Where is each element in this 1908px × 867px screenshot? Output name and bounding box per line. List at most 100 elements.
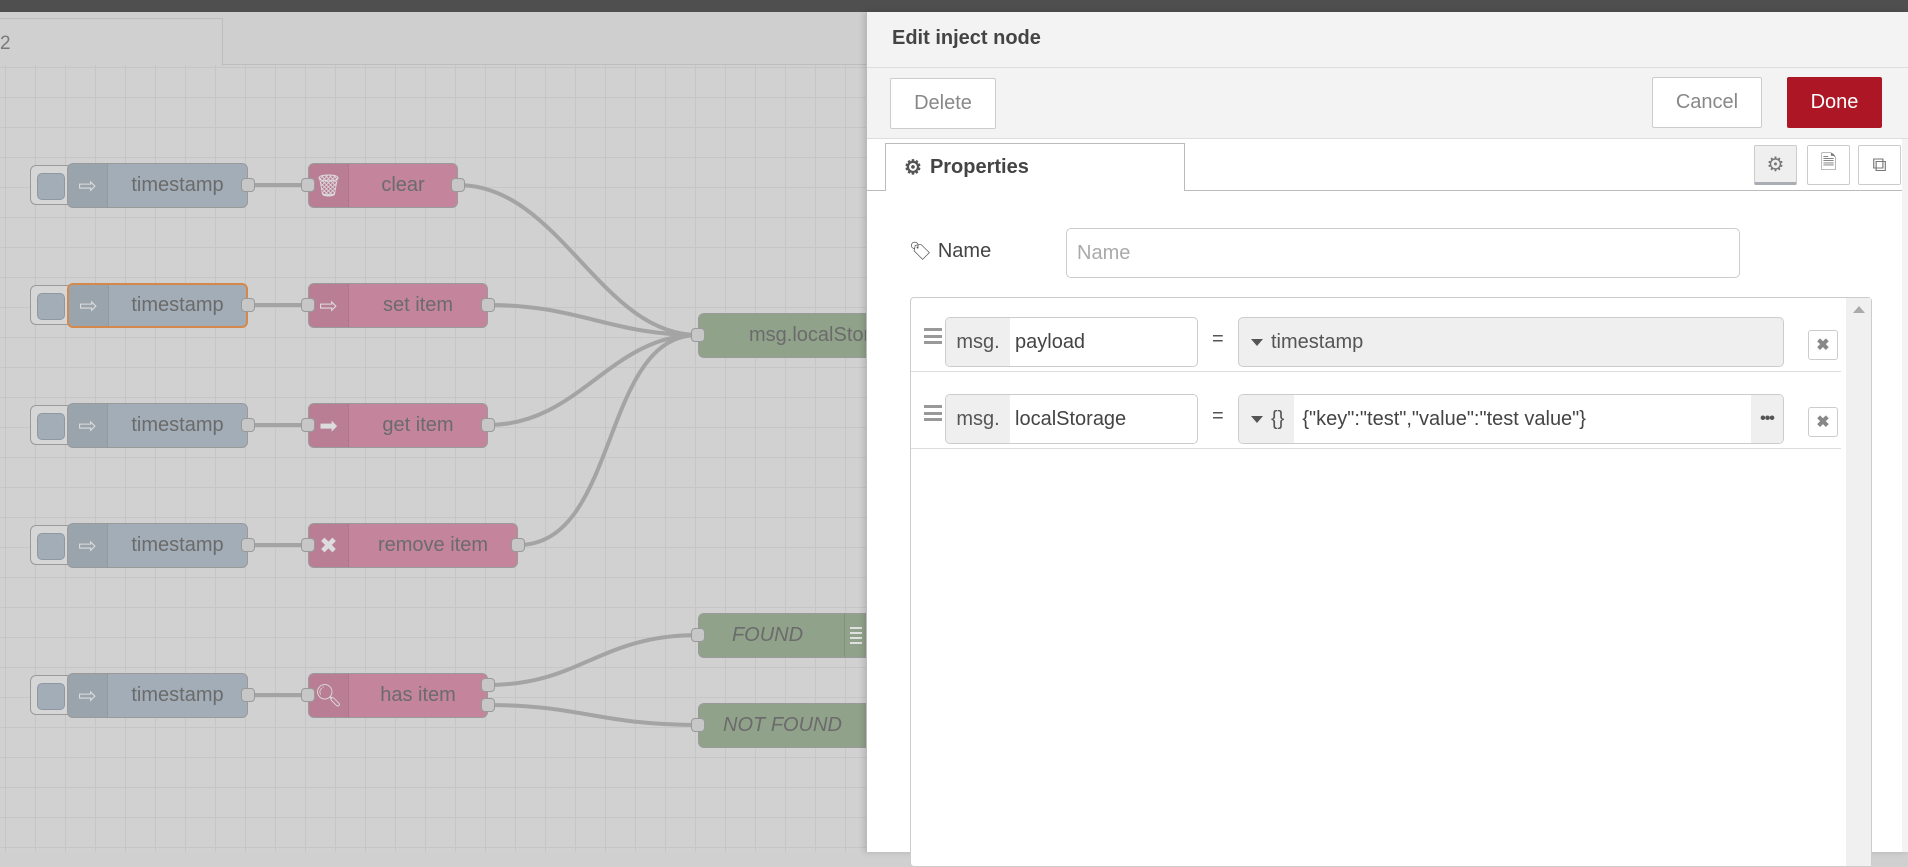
inject-arrow-icon: ⇨ [68, 164, 108, 207]
tray-title: Edit inject node [892, 27, 1041, 49]
property-json-value[interactable]: {"key":"test","value":"test value"} [1294, 408, 1751, 431]
done-button[interactable]: Done [1787, 77, 1882, 128]
inject-node[interactable]: ⇨ timestamp [67, 163, 248, 208]
tag-icon: 🏷︎ [909, 241, 932, 261]
node-label: timestamp [131, 534, 224, 556]
output-port[interactable] [481, 698, 495, 712]
close-icon: ✖ [1816, 337, 1830, 354]
drag-handle-icon[interactable] [924, 405, 942, 421]
name-label-text: Name [937, 240, 992, 262]
trash-icon: 🗑 [309, 164, 349, 207]
output-port[interactable] [241, 538, 255, 552]
node-label: FOUND [731, 624, 804, 646]
input-port[interactable] [691, 328, 705, 342]
input-port[interactable] [691, 628, 705, 642]
scrollbar[interactable] [1846, 298, 1871, 866]
inject-arrow-icon: ⇨ [68, 674, 108, 717]
remove-property-button[interactable]: ✖ [1808, 330, 1838, 360]
inject-node[interactable]: ⇨ timestamp [67, 523, 248, 568]
close-icon: ✖ [309, 524, 349, 567]
node-label: has item [380, 684, 456, 706]
wire [487, 333, 699, 427]
node-label: clear [381, 174, 425, 196]
equals-sign: = [1212, 405, 1224, 427]
input-port[interactable] [691, 718, 705, 732]
property-list: msg. payload = timestamp ✖ msg. localSto… [910, 297, 1872, 867]
property-value-input[interactable]: timestamp [1238, 317, 1784, 367]
wire [457, 183, 699, 337]
node-appearance-button[interactable]: ⧉ [1858, 145, 1901, 185]
edit-tray: Edit inject node Delete Cancel Done ⚙ Pr… [866, 12, 1908, 867]
localstorage-set-item-node[interactable]: ⇨ set item [308, 283, 488, 328]
cancel-button[interactable]: Cancel [1652, 77, 1762, 128]
input-port[interactable] [301, 298, 315, 312]
output-port[interactable] [241, 688, 255, 702]
property-key-value[interactable]: localStorage [1010, 408, 1126, 431]
msg-prefix[interactable]: msg. [946, 395, 1010, 443]
output-port[interactable] [511, 538, 525, 552]
search-icon: 🔍︎ [309, 674, 349, 717]
output-port[interactable] [481, 298, 495, 312]
wire [517, 333, 699, 547]
property-key-input[interactable]: msg. localStorage [945, 394, 1198, 444]
divider [867, 67, 1908, 68]
name-input[interactable] [1066, 228, 1740, 278]
input-port[interactable] [301, 538, 315, 552]
input-port[interactable] [301, 178, 315, 192]
debug-toggle-icon[interactable] [844, 614, 866, 657]
equals-sign: = [1212, 328, 1224, 350]
output-port[interactable] [481, 418, 495, 432]
expand-editor-button[interactable]: ••• [1751, 395, 1783, 443]
localstorage-remove-item-node[interactable]: ✖ remove item [308, 523, 518, 568]
output-port[interactable] [481, 678, 495, 692]
localstorage-has-item-node[interactable]: 🔍︎ has item [308, 673, 488, 718]
localstorage-clear-node[interactable]: 🗑 clear [308, 163, 458, 208]
output-port[interactable] [451, 178, 465, 192]
property-row: msg. localStorage = {} {"key":"test","va… [911, 385, 1841, 449]
inject-arrow-icon: ⇨ [68, 404, 108, 447]
input-port[interactable] [301, 418, 315, 432]
arrow-right-icon: ⇨ [309, 284, 349, 327]
property-type-select[interactable]: {} [1239, 395, 1295, 443]
node-label: get item [382, 414, 454, 436]
inject-node[interactable]: ⇨ timestamp [67, 673, 248, 718]
property-key-value[interactable]: payload [1010, 331, 1085, 354]
node-description-button[interactable]: 🗎 [1807, 145, 1850, 185]
gear-icon: ⚙ [1766, 153, 1785, 176]
output-port[interactable] [241, 298, 255, 312]
tab-properties[interactable]: ⚙ Properties [885, 143, 1185, 191]
node-label: NOT FOUND [723, 714, 842, 736]
gear-icon: ⚙ [904, 157, 922, 179]
debug-node-found[interactable]: FOUND [698, 613, 866, 658]
node-properties-button[interactable]: ⚙ [1754, 145, 1797, 185]
input-port[interactable] [301, 688, 315, 702]
delete-button[interactable]: Delete [890, 78, 996, 129]
node-label: timestamp [131, 684, 224, 706]
node-label: timestamp [131, 414, 224, 436]
output-port[interactable] [241, 418, 255, 432]
scroll-up-arrow-icon[interactable] [1853, 306, 1865, 313]
arrow-right-solid-icon: ➡ [309, 404, 349, 447]
inject-arrow-icon: ⇨ [69, 285, 109, 326]
frame-icon: ⧉ [1872, 153, 1887, 176]
node-label: remove item [377, 534, 489, 556]
property-value-input[interactable]: {} {"key":"test","value":"test value"} •… [1238, 394, 1784, 444]
name-label: 🏷︎ Name [909, 240, 991, 263]
msg-prefix[interactable]: msg. [946, 318, 1010, 366]
node-label: timestamp [131, 174, 224, 196]
wire [487, 633, 699, 687]
inject-node-selected[interactable]: ⇨ timestamp [67, 283, 248, 328]
debug-node-localstorage[interactable]: msg.localStorage [698, 313, 878, 358]
inject-node[interactable]: ⇨ timestamp [67, 403, 248, 448]
close-icon: ✖ [1816, 414, 1830, 431]
localstorage-get-item-node[interactable]: ➡ get item [308, 403, 488, 448]
document-icon: 🗎 [1820, 152, 1837, 174]
chevron-down-icon[interactable] [1251, 338, 1263, 346]
output-port[interactable] [241, 178, 255, 192]
debug-node-not-found[interactable]: NOT FOUND [698, 703, 866, 748]
property-type-select[interactable]: timestamp [1271, 331, 1363, 354]
drag-handle-icon[interactable] [924, 328, 942, 344]
property-key-input[interactable]: msg. payload [945, 317, 1198, 367]
node-label: set item [382, 294, 454, 316]
remove-property-button[interactable]: ✖ [1808, 407, 1838, 437]
